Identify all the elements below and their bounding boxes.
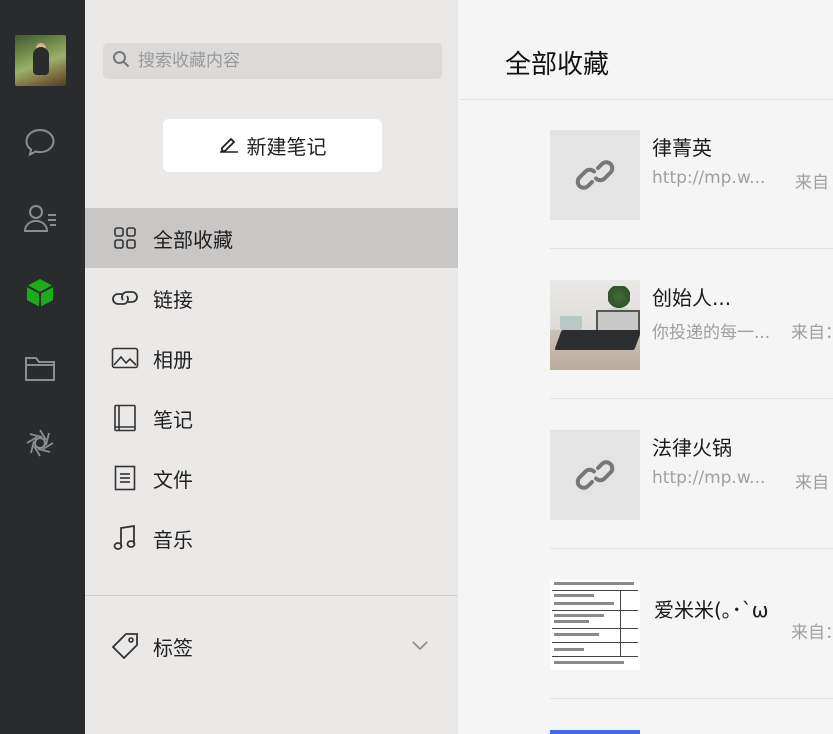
sidebar-item-label: 笔记 [153,407,193,432]
music-icon [111,524,139,552]
list-item[interactable]: 爱米米(｡･`ω 来自： [550,580,833,730]
item-source: 来自 [795,173,829,193]
favorites-sidebar: 新建笔记 全部收藏 链接 相册 笔记 文件 音乐 [85,0,458,734]
sidebar-item-label: 链接 [153,287,193,312]
pencil-icon [219,133,239,158]
item-source: 来自 [795,473,829,493]
chevron-down-icon[interactable] [412,616,428,676]
search-input[interactable] [138,51,418,71]
grid-icon [111,224,139,252]
photo-thumbnail [550,280,640,370]
link-icon [550,430,640,520]
sidebar-item-album[interactable]: 相册 [85,328,458,388]
sidebar-item-label: 标签 [153,635,193,660]
list-item[interactable]: 创始人... 你投递的每一... 来自： [550,280,833,430]
sidebar-item-notes[interactable]: 笔记 [85,388,458,448]
item-subtitle: 你投递的每一... [652,323,771,343]
next-item-thumbnail [550,730,640,734]
page-title: 全部收藏 [505,50,610,80]
sidebar-item-label: 相册 [153,347,193,372]
sidebar-item-music[interactable]: 音乐 [85,508,458,568]
sidebar-item-files[interactable]: 文件 [85,448,458,508]
sidebar-item-label: 文件 [153,467,193,492]
link-icon [111,284,139,312]
chat-icon[interactable] [22,124,58,160]
moments-icon[interactable] [22,425,58,461]
search-icon [112,50,130,72]
item-title: 爱米米(｡･`ω [654,598,769,622]
item-source: 来自： [791,623,833,643]
divider [460,99,833,100]
sidebar-item-all-favorites[interactable]: 全部收藏 [85,208,458,268]
file-icon [111,464,139,492]
divider [550,398,833,399]
divider [85,595,458,596]
search-box[interactable] [103,43,442,79]
new-note-button[interactable]: 新建笔记 [163,119,382,172]
list-item[interactable]: 法律火锅 http://mp.w... 来自 [550,430,833,580]
divider [550,548,833,549]
list-item[interactable]: 律菁英 http://mp.w... 来自 [550,130,833,280]
sidebar-item-label: 全部收藏 [153,227,233,252]
new-note-label: 新建笔记 [246,135,327,159]
favorites-cube-icon[interactable] [22,275,58,311]
avatar[interactable] [15,35,66,86]
notebook-icon [111,404,139,432]
item-subtitle: http://mp.w... [652,468,766,488]
nav-rail [0,0,85,734]
folder-icon[interactable] [22,350,58,386]
divider [550,698,833,699]
item-title: 创始人... [652,286,732,310]
avatar-figure [33,47,49,75]
item-source: 来自： [791,323,833,343]
item-title: 法律火锅 [652,436,732,460]
sidebar-item-label: 音乐 [153,527,193,552]
favorites-list-panel: 全部收藏 律菁英 http://mp.w... 来自 创始人... 你投递的每一… [460,0,833,734]
item-title: 律菁英 [652,136,712,160]
image-icon [111,344,139,372]
divider [550,248,833,249]
item-subtitle: http://mp.w... [652,168,766,188]
contacts-icon[interactable] [22,200,58,236]
sidebar-item-tags[interactable]: 标签 [85,616,458,676]
sidebar-item-links[interactable]: 链接 [85,268,458,328]
tag-icon [111,632,139,660]
document-thumbnail [550,580,640,670]
link-icon [550,130,640,220]
